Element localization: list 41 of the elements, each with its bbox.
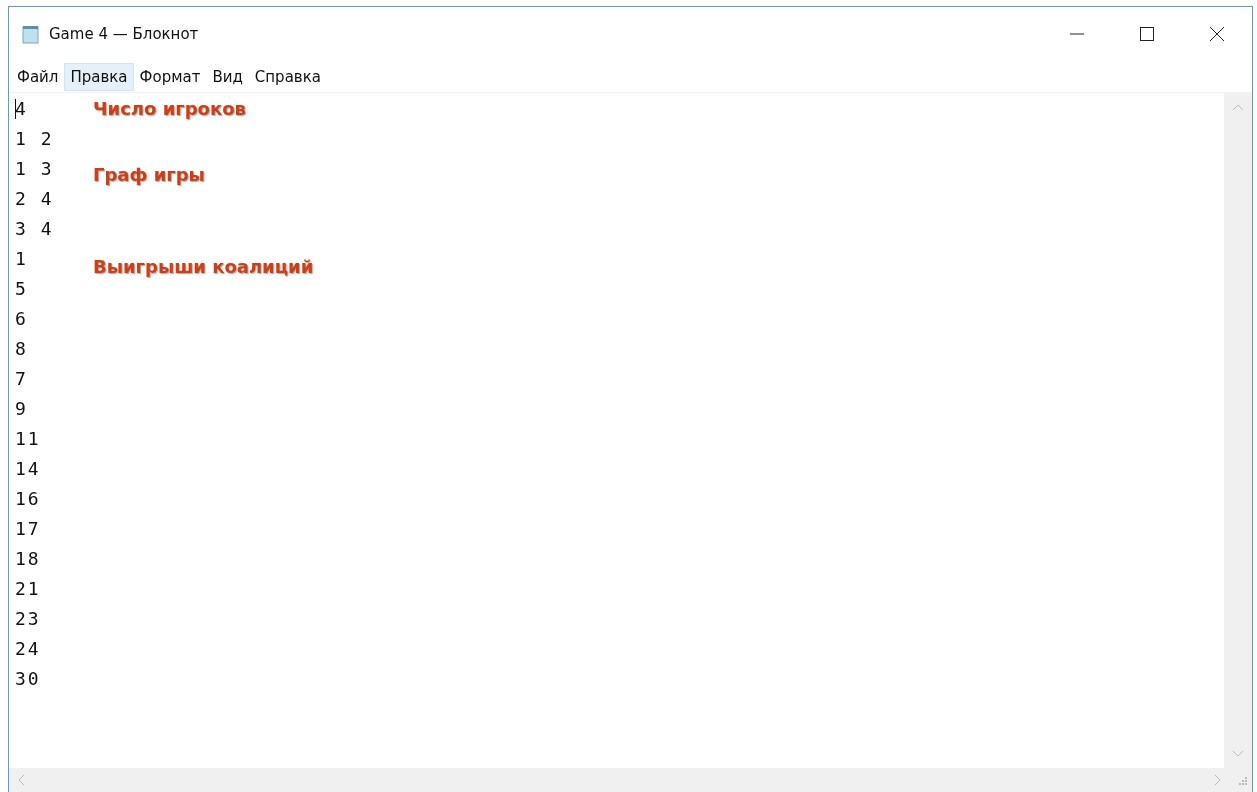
vertical-scrollbar[interactable]: [1224, 93, 1252, 768]
maximize-icon: [1139, 26, 1155, 42]
annotation-label: Число игроков: [93, 97, 246, 119]
text-line: 3 4: [15, 217, 55, 239]
text-line: 18: [15, 547, 42, 569]
scroll-right-icon[interactable]: [1214, 774, 1222, 786]
text-line: 4: [15, 97, 29, 119]
menu-item[interactable]: Формат: [133, 62, 207, 91]
text-line: 17: [15, 517, 42, 539]
text-line: 2 4: [15, 187, 55, 209]
text-line: 24: [15, 637, 42, 659]
text-line: 1 2: [15, 127, 55, 149]
text-line: 8: [15, 337, 29, 359]
minimize-icon: [1069, 33, 1085, 35]
menu-item[interactable]: Вид: [206, 62, 249, 91]
notepad-icon: [21, 24, 41, 44]
scroll-up-icon[interactable]: [1232, 103, 1244, 111]
text-line: 7: [15, 367, 29, 389]
close-icon: [1209, 26, 1225, 42]
text-line: 30: [15, 667, 42, 689]
text-line: 11: [15, 427, 42, 449]
scroll-down-icon[interactable]: [1232, 750, 1244, 758]
menu-item[interactable]: Файл: [11, 62, 65, 91]
text-line: 6: [15, 307, 29, 329]
annotation-label: Граф игры: [93, 163, 205, 185]
annotation-label: Выигрыши коалиций: [93, 255, 314, 277]
resize-grip-icon[interactable]: [1236, 774, 1248, 786]
menu-item[interactable]: Правка: [64, 62, 134, 91]
text-line: 16: [15, 487, 42, 509]
window-title: Game 4 — Блокнот: [49, 25, 199, 43]
text-line: 21: [15, 577, 42, 599]
text-area[interactable]: 4 Число игроков 1 2 1 3 Граф игры 2 4 3 4 1 Выигрыши коалиций 5 6 8 7 9 11 14 16 17 18 21 23 24 30: [9, 93, 1224, 768]
text-line: 23: [15, 607, 42, 629]
text-line: 1: [15, 247, 29, 269]
horizontal-scrollbar[interactable]: [9, 768, 1252, 792]
text-line: 9: [15, 397, 29, 419]
scroll-left-icon[interactable]: [17, 774, 25, 786]
text-line: 14: [15, 457, 42, 479]
menu-item[interactable]: Справка: [248, 62, 327, 91]
text-line: 1 3: [15, 157, 55, 179]
text-line: 5: [15, 277, 29, 299]
